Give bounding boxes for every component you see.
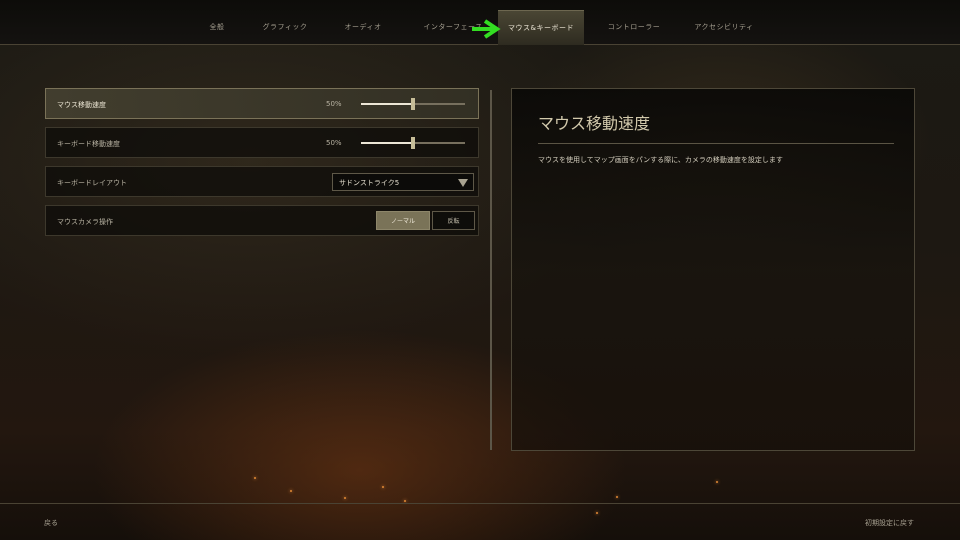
detail-divider [538, 143, 894, 144]
keyboard-layout-row[interactable]: キーボードレイアウト サドンストライク5 [45, 166, 479, 197]
keyboard-layout-label: キーボードレイアウト [57, 179, 127, 187]
keyboard-speed-slider-thumb[interactable] [411, 137, 415, 149]
tab-mouse-keyboard[interactable]: マウス&キーボード [498, 10, 584, 45]
ember [716, 481, 718, 483]
ember [596, 512, 598, 514]
tab-graphics[interactable]: グラフィック [252, 10, 318, 44]
ember [344, 497, 346, 499]
mouse-speed-label: マウス移動速度 [57, 101, 106, 109]
keyboard-speed-value: 50% [326, 139, 342, 147]
ember [254, 477, 256, 479]
mouse-camera-label: マウスカメラ操作 [57, 218, 113, 226]
dropdown-triangle-icon [458, 179, 468, 187]
reset-defaults-button[interactable]: 初期設定に戻す [865, 518, 914, 528]
mouse-camera-normal-button[interactable]: ノーマル [376, 211, 430, 230]
ember [616, 496, 618, 498]
mouse-camera-inverted-button[interactable]: 反転 [432, 211, 475, 230]
mouse-speed-slider[interactable] [361, 98, 465, 110]
back-button[interactable]: 戻る [44, 518, 58, 528]
ember [404, 500, 406, 502]
detail-panel: マウス移動速度 マウスを使用してマップ画面をパンする際に、カメラの移動速度を設定… [511, 88, 915, 451]
tab-general[interactable]: 全般 [182, 10, 252, 44]
keyboard-speed-row[interactable]: キーボード移動速度 50% [45, 127, 479, 158]
keyboard-speed-label: キーボード移動速度 [57, 140, 120, 148]
mouse-speed-row[interactable]: マウス移動速度 50% [45, 88, 479, 119]
ember [382, 486, 384, 488]
mouse-speed-value: 50% [326, 100, 342, 108]
keyboard-layout-dropdown[interactable]: サドンストライク5 [332, 173, 474, 191]
mouse-camera-toggle: ノーマル 反転 [376, 211, 475, 230]
tab-audio[interactable]: オーディオ [318, 10, 408, 44]
detail-description: マウスを使用してマップ画面をパンする際に、カメラの移動速度を設定します [538, 156, 783, 164]
keyboard-layout-selected: サドンストライク5 [339, 179, 400, 187]
tab-controller[interactable]: コントローラー [584, 10, 684, 44]
panel-divider [490, 90, 492, 450]
mouse-camera-row[interactable]: マウスカメラ操作 ノーマル 反転 [45, 205, 479, 236]
footer-divider [0, 503, 960, 504]
keyboard-speed-slider-fill [361, 142, 413, 144]
green-arrow-icon [472, 19, 501, 39]
mouse-speed-slider-fill [361, 103, 413, 105]
ember [290, 490, 292, 492]
keyboard-speed-slider[interactable] [361, 137, 465, 149]
detail-title: マウス移動速度 [538, 114, 651, 133]
mouse-speed-slider-thumb[interactable] [411, 98, 415, 110]
tab-accessibility[interactable]: アクセシビリティ [684, 10, 764, 44]
